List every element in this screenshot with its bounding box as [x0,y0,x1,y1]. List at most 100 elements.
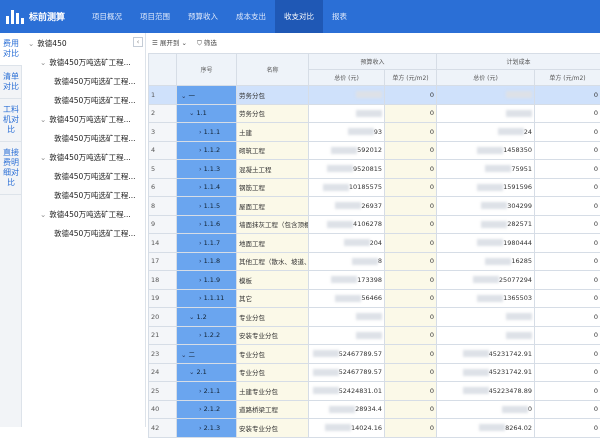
plan-total [437,86,535,105]
table-row[interactable]: 21›1.2.2安装专业分包00 [149,326,600,345]
row-seq[interactable]: ›1.1.3 [177,160,237,179]
row-seq[interactable]: ›2.1.3 [177,419,237,438]
vtab-1[interactable]: 清单对比 [0,66,22,99]
row-seq[interactable]: ›1.1.8 [177,252,237,271]
row-seq[interactable]: ›1.1.4 [177,178,237,197]
table-row[interactable]: 14›1.1.7地面工程204019804440 [149,234,600,253]
vtab-2[interactable]: 工料机对比 [0,99,22,142]
row-seq[interactable]: ›1.1.5 [177,197,237,216]
chevron-down-icon: ⌄ [40,58,46,67]
plan-unit: 0 [535,419,600,438]
tree-group[interactable]: ⌄敦德450万吨选矿工程... [40,209,131,220]
budget-unit: 0 [385,400,437,419]
tree-group[interactable]: ⌄敦德450万吨选矿工程... [40,152,131,163]
expand-row-icon[interactable]: › [199,165,202,173]
expand-row-icon[interactable]: › [199,220,202,228]
expand-row-icon[interactable]: › [199,202,202,210]
expand-to-button[interactable]: ☰ 展开到 ⌄ [152,37,187,47]
nav-tab[interactable]: 项目概况 [83,0,131,33]
row-seq[interactable]: ›2.1.2 [177,400,237,419]
plan-unit: 0 [535,345,600,364]
budget-unit: 0 [385,363,437,382]
budget-unit: 0 [385,252,437,271]
tree-item[interactable]: 敦德450万吨选矿工程... [54,95,135,106]
row-seq[interactable]: ›1.1.6 [177,215,237,234]
row-seq[interactable]: ›1.2.2 [177,326,237,345]
table-row[interactable]: 20⌄1.2专业分包00 [149,308,600,327]
nav-tab[interactable]: 报表 [323,0,356,33]
row-index: 4 [149,141,177,160]
budget-unit: 0 [385,160,437,179]
table-row[interactable]: 8›1.1.5屋面工程2693703042990 [149,197,600,216]
row-seq[interactable]: ⌄一 [177,86,237,105]
tree-item[interactable]: 敦德450万吨选矿工程... [54,171,135,182]
table-row[interactable]: 4›1.1.2砌筑工程592012014583500 [149,141,600,160]
expand-row-icon[interactable]: › [199,276,202,284]
table-row[interactable]: 9›1.1.6墙面抹灰工程（包含顶棚）410627802825710 [149,215,600,234]
tree-item[interactable]: 敦德450万吨选矿工程... [54,133,135,144]
expand-row-icon[interactable]: › [199,387,202,395]
row-seq[interactable]: ⌄二 [177,345,237,364]
nav-tab[interactable]: 预算收入 [179,0,227,33]
table-row[interactable]: 25›2.1.1土建专业分包52424831.01045223478.890 [149,382,600,401]
table-row[interactable]: 3›1.1.1土建930240 [149,123,600,142]
expand-row-icon[interactable]: › [199,128,202,136]
plan-unit: 0 [535,178,600,197]
tree-group[interactable]: ⌄敦德450万吨选矿工程... [40,114,131,125]
vtab-3[interactable]: 直接费明细对比 [0,142,22,195]
plan-total [437,308,535,327]
table-row[interactable]: 24⌄2.1专业分包52467789.57045231742.910 [149,363,600,382]
row-seq[interactable]: ⌄1.1 [177,104,237,123]
expand-row-icon[interactable]: ⌄ [189,368,194,376]
expand-row-icon[interactable]: ⌄ [189,109,194,117]
row-seq[interactable]: ›1.1.9 [177,271,237,290]
nav-tab[interactable]: 项目范围 [131,0,179,33]
row-index: 23 [149,345,177,364]
table-row[interactable]: 1⌄一劳务分包00 [149,86,600,105]
table-row[interactable]: 17›1.1.8其他工程（散水、坡道、台阶）80162850 [149,252,600,271]
tree-root[interactable]: ⌄敦德450 [28,38,67,49]
row-index: 25 [149,382,177,401]
plan-total: 1458350 [437,141,535,160]
chevron-down-icon: ⌄ [40,153,46,162]
table-row[interactable]: 18›1.1.9模板1733980250772940 [149,271,600,290]
expand-row-icon[interactable]: › [199,331,202,339]
row-seq[interactable]: ›1.1.2 [177,141,237,160]
row-seq[interactable]: ›1.1.1 [177,123,237,142]
table-row[interactable]: 19›1.1.11其它56466013655030 [149,289,600,308]
row-seq[interactable]: ›2.1.1 [177,382,237,401]
budget-unit: 0 [385,419,437,438]
row-seq[interactable]: ⌄2.1 [177,363,237,382]
collapse-tree-button[interactable]: ‹ [133,37,143,47]
row-seq[interactable]: ⌄1.2 [177,308,237,327]
expand-row-icon[interactable]: › [199,257,202,265]
plan-unit: 0 [535,197,600,216]
table-row[interactable]: 2⌄1.1劳务分包00 [149,104,600,123]
expand-row-icon[interactable]: ⌄ [181,92,186,100]
expand-row-icon[interactable]: › [199,424,202,432]
table-row[interactable]: 40›2.1.2道路桥梁工程28934.4000 [149,400,600,419]
expand-row-icon[interactable]: › [199,146,202,154]
nav-tab[interactable]: 收支对比 [275,0,323,33]
table-row[interactable]: 23⌄二专业分包52467789.57045231742.910 [149,345,600,364]
tree-item[interactable]: 敦德450万吨选矿工程... [54,76,135,87]
table-row[interactable]: 5›1.1.3混凝土工程95208150759510 [149,160,600,179]
expand-row-icon[interactable]: › [199,294,202,302]
expand-row-icon[interactable]: › [199,239,202,247]
tree-group[interactable]: ⌄敦德450万吨选矿工程... [40,57,131,68]
vtab-0[interactable]: 费用对比 [0,33,22,66]
nav-tab[interactable]: 成本支出 [227,0,275,33]
row-seq[interactable]: ›1.1.7 [177,234,237,253]
expand-row-icon[interactable]: ⌄ [181,351,186,359]
expand-row-icon[interactable]: › [199,405,202,413]
table-row[interactable]: 42›2.1.3安装专业分包14024.1608264.020 [149,419,600,438]
tree-item[interactable]: 敦德450万吨选矿工程... [54,228,135,239]
header-plan-total: 总价 (元) [437,70,535,86]
tree-item[interactable]: 敦德450万吨选矿工程... [54,190,135,201]
table-row[interactable]: 6›1.1.4钢筋工程10185575015915960 [149,178,600,197]
row-seq[interactable]: ›1.1.11 [177,289,237,308]
expand-row-icon[interactable]: ⌄ [189,313,194,321]
expand-row-icon[interactable]: › [199,183,202,191]
filter-button[interactable]: ⛉ 筛选 [197,37,217,48]
toolbar: ☰ 展开到 ⌄ ⛉ 筛选 [146,33,600,51]
